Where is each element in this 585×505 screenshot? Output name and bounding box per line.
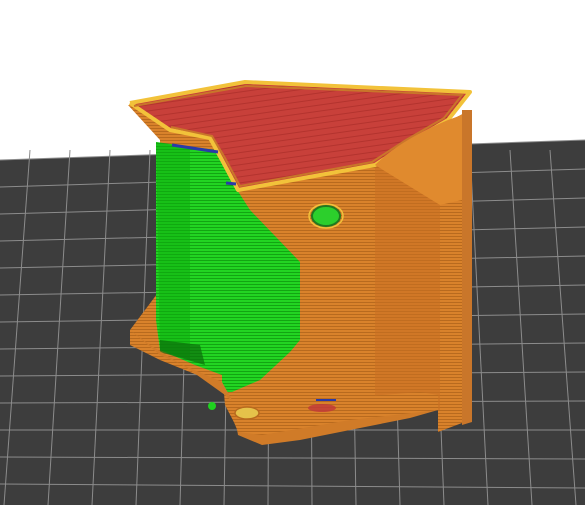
bottom-slot-right — [308, 404, 336, 412]
viewport-canvas[interactable] — [0, 0, 585, 505]
bottom-slot-left — [234, 406, 260, 420]
slicer-3d-viewport[interactable] — [0, 0, 585, 505]
overhang-dark-face — [156, 142, 190, 360]
green-artifact — [208, 402, 216, 410]
model-right-wall-edge — [462, 110, 472, 425]
bridge-mark-hole — [225, 181, 237, 186]
model-hole — [311, 205, 341, 227]
